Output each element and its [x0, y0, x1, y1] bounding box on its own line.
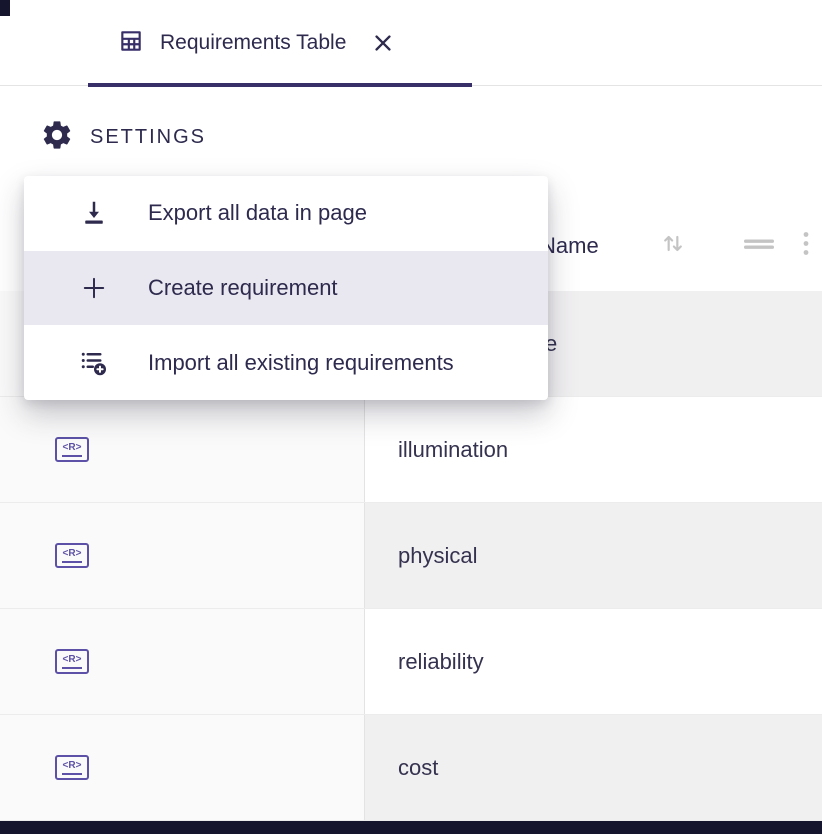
window-frame-bottom — [0, 821, 822, 834]
tab-bar: Requirements Table — [0, 0, 822, 86]
requirement-badge-icon: <R> — [55, 437, 89, 462]
requirement-badge-icon: <R> — [55, 649, 89, 674]
name-cell[interactable]: reliability — [365, 609, 822, 714]
settings-button[interactable]: SETTINGS — [40, 118, 206, 157]
kebab-menu-icon[interactable] — [802, 230, 810, 261]
table-icon — [118, 28, 144, 59]
name-cell[interactable]: cost — [365, 715, 822, 820]
column-header-name[interactable]: Name — [540, 200, 599, 291]
table-row[interactable]: <R> illumination — [0, 397, 822, 503]
table-row[interactable]: <R> physical — [0, 503, 822, 609]
menu-item-import-requirements[interactable]: Import all existing requirements — [24, 325, 548, 400]
table-row[interactable]: <R> cost — [0, 715, 822, 821]
menu-item-label: Create requirement — [148, 275, 338, 301]
type-cell: <R> — [0, 397, 365, 502]
table-row[interactable]: <R> reliability — [0, 609, 822, 715]
sort-icon[interactable] — [660, 230, 686, 261]
requirement-badge-icon: <R> — [55, 755, 89, 780]
type-cell: <R> — [0, 609, 365, 714]
plus-icon — [78, 275, 110, 301]
menu-item-label: Import all existing requirements — [148, 350, 454, 376]
menu-item-export-all-data[interactable]: Export all data in page — [24, 176, 548, 251]
type-cell: <R> — [0, 715, 365, 820]
settings-label: SETTINGS — [90, 126, 206, 149]
requirement-badge-icon: <R> — [55, 543, 89, 568]
tab-label: Requirements Table — [160, 31, 346, 55]
window-frame-corner — [0, 0, 10, 16]
close-icon[interactable] — [372, 32, 394, 54]
settings-dropdown-menu: Export all data in page Create requireme… — [24, 176, 548, 400]
drag-handle-icon[interactable] — [742, 231, 776, 260]
type-cell: <R> — [0, 503, 365, 608]
download-icon — [78, 198, 110, 228]
gear-icon — [40, 118, 74, 157]
menu-item-create-requirement[interactable]: Create requirement — [24, 251, 548, 326]
import-list-icon — [78, 348, 110, 378]
name-cell[interactable]: illumination — [365, 397, 822, 502]
name-cell[interactable]: physical — [365, 503, 822, 608]
tab-requirements-table[interactable]: Requirements Table — [88, 0, 472, 86]
menu-item-label: Export all data in page — [148, 200, 367, 226]
